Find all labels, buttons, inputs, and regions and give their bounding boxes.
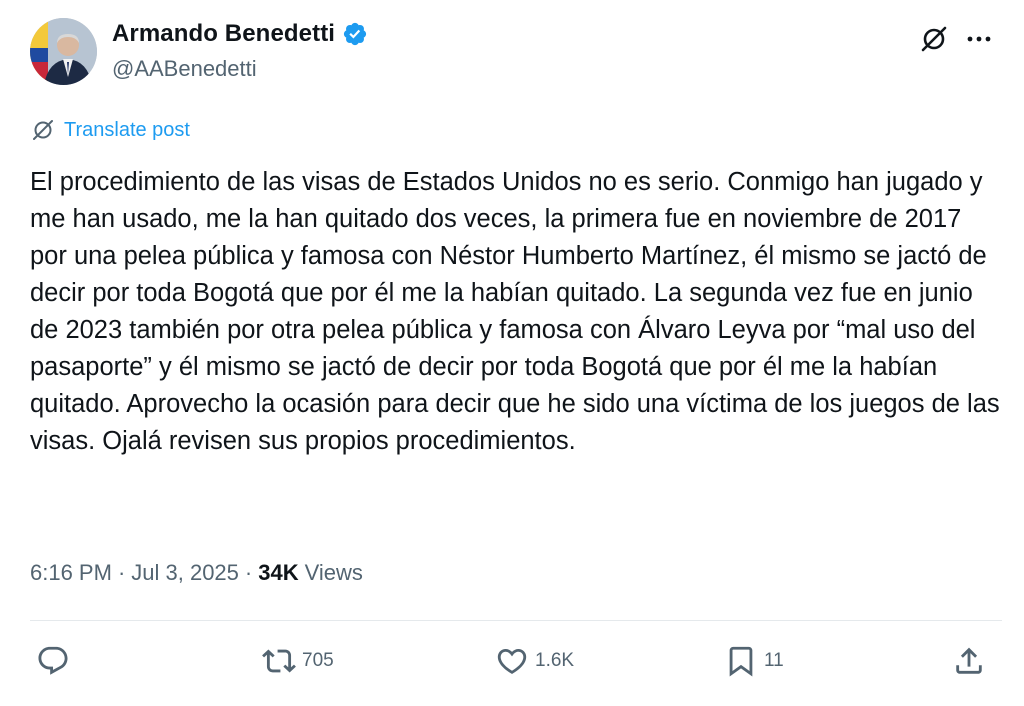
post-text: El procedimiento de las visas de Estados…	[30, 168, 1000, 455]
author-handle[interactable]: @AABenedetti	[112, 56, 257, 82]
more-options-button[interactable]	[962, 22, 996, 56]
views-label[interactable]: Views	[305, 560, 363, 586]
meta-separator: ·	[244, 560, 253, 585]
meta-separator: ·	[117, 560, 126, 585]
translate-icon	[33, 120, 53, 140]
share-button[interactable]	[952, 644, 986, 678]
share-icon	[956, 647, 982, 674]
avatar[interactable]	[30, 18, 97, 85]
repost-count: 705	[302, 650, 334, 671]
more-dots-icon	[967, 36, 991, 42]
translate-post-link[interactable]: Translate post	[30, 117, 190, 143]
reply-icon	[38, 646, 68, 675]
like-button[interactable]: 1.6K	[495, 644, 574, 678]
grok-button[interactable]	[917, 22, 951, 56]
repost-icon	[262, 649, 296, 673]
bookmark-count: 11	[764, 650, 784, 671]
like-count: 1.6K	[535, 650, 575, 671]
post-meta: 6:16 PM · Jul 3, 2025 · 34K Views	[30, 560, 363, 586]
repost-button[interactable]: 705	[262, 644, 334, 678]
post-time[interactable]: 6:16 PM	[30, 560, 112, 586]
bookmark-icon	[729, 646, 753, 677]
avatar-image	[30, 18, 97, 85]
views-count[interactable]: 34K	[258, 560, 298, 586]
translate-label: Translate post	[64, 118, 190, 141]
post-date[interactable]: Jul 3, 2025	[131, 560, 239, 586]
verified-badge-icon[interactable]	[342, 21, 368, 47]
grok-icon	[921, 26, 947, 52]
like-icon	[497, 648, 527, 674]
divider	[30, 620, 1002, 621]
author-display-name[interactable]: Armando Benedetti	[112, 20, 335, 48]
reply-button[interactable]	[36, 644, 70, 678]
bookmark-button[interactable]: 11	[724, 644, 784, 678]
